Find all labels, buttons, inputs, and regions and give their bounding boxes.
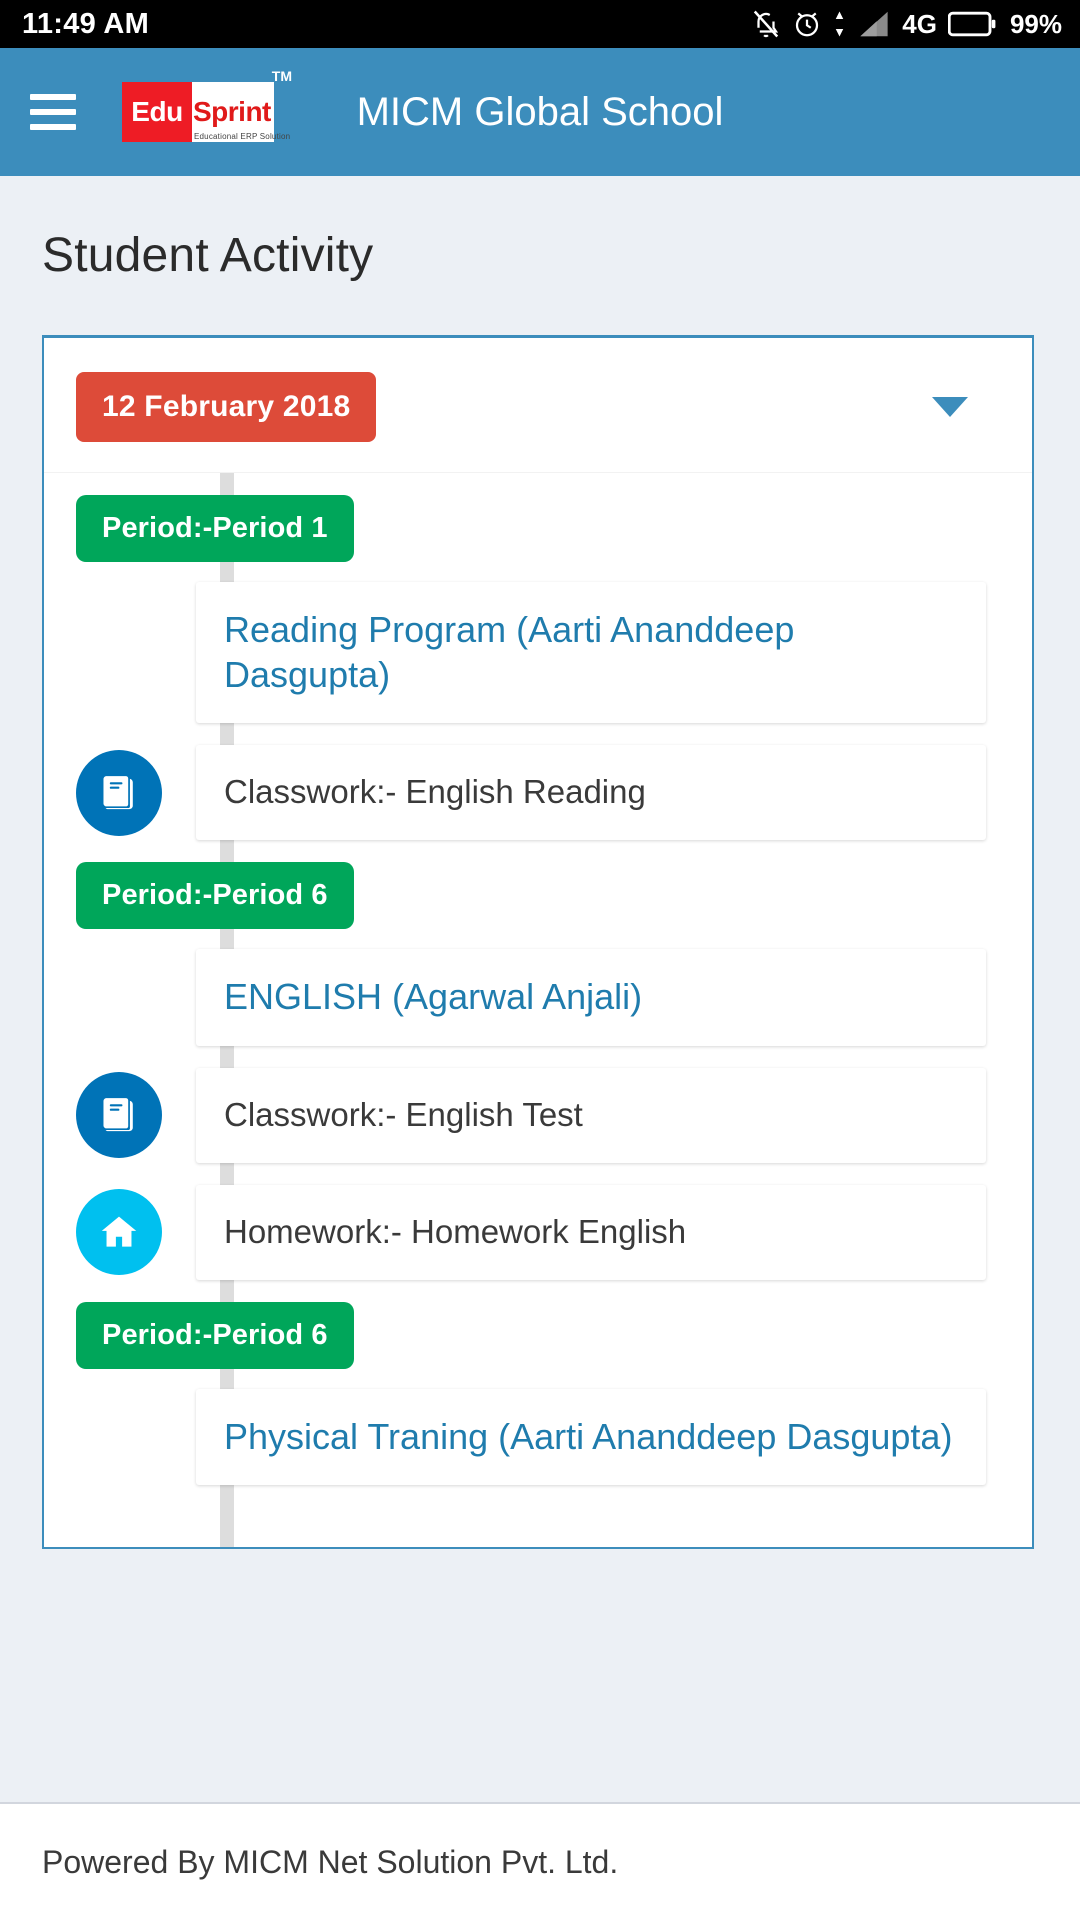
app-bar: Edu Sprint TM Educational ERP Solution M…: [0, 48, 1080, 176]
timeline-item-body: Classwork:- English Test: [196, 1067, 986, 1163]
activity-description: Homework:- Homework English: [224, 1212, 687, 1250]
timeline-item: Classwork:- English Reading: [44, 745, 986, 841]
activity-title-link[interactable]: Physical Traning (Aarti Ananddeep Dasgup…: [224, 1415, 952, 1460]
logo-edu-text: Edu: [131, 96, 183, 127]
status-bar: 11:49 AM 4G 99%: [0, 0, 1080, 48]
logo-edu-block: Edu: [122, 82, 192, 142]
battery-percent-label: 99%: [1009, 8, 1062, 39]
network-type-label: 4G: [902, 8, 937, 39]
page-title: Student Activity: [42, 229, 374, 282]
bell-muted-icon: [751, 8, 781, 40]
activity-card-header: 12 February 2018: [44, 338, 1032, 473]
timeline-item-body: Reading Program (Aarti Ananddeep Dasgupt…: [196, 582, 986, 724]
timeline-group: Period:-Period 6 Physical Traning (Aarti…: [44, 1301, 1032, 1486]
date-badge[interactable]: 12 February 2018: [76, 372, 377, 442]
timeline-item: Homework:- Homework English: [44, 1184, 986, 1280]
status-bar-time: 11:49 AM: [22, 7, 150, 40]
timeline-item: ENGLISH (Agarwal Anjali): [44, 949, 986, 1046]
activity-title-link[interactable]: Reading Program (Aarti Ananddeep Dasgupt…: [224, 608, 958, 697]
edusprint-logo[interactable]: Edu Sprint TM Educational ERP Solution: [122, 68, 292, 142]
period-badge: Period:-Period 6: [76, 1301, 354, 1369]
timeline-group: Period:-Period 6 ENGLISH (Agarwal Anjali…: [44, 862, 1032, 1280]
home-icon: [76, 1189, 162, 1276]
page-footer: Powered By MICM Net Solution Pvt. Ltd.: [0, 1802, 1080, 1920]
timeline-item-body: Homework:- Homework English: [196, 1184, 986, 1280]
activity-timeline: Period:-Period 1 Reading Program (Aarti …: [44, 473, 1032, 1548]
timeline-item: Classwork:- English Test: [44, 1067, 986, 1163]
timeline-item-body: Classwork:- English Reading: [196, 745, 986, 841]
page-content: Student Activity 12 February 2018 Period…: [0, 176, 1080, 1920]
logo-tagline: Educational ERP Solution: [194, 132, 291, 141]
status-bar-icons: 4G 99%: [751, 8, 1062, 40]
timeline-group: Period:-Period 1 Reading Program (Aarti …: [44, 495, 1032, 841]
footer-text: Powered By MICM Net Solution Pvt. Ltd.: [42, 1843, 619, 1880]
activity-description: Classwork:- English Reading: [224, 773, 646, 811]
activity-title-link[interactable]: ENGLISH (Agarwal Anjali): [224, 975, 642, 1020]
timeline-icon-placeholder: [76, 610, 162, 696]
battery-icon: [947, 10, 996, 38]
hamburger-menu-icon[interactable]: [30, 94, 76, 130]
timeline-item-body: Physical Traning (Aarti Ananddeep Dasgup…: [196, 1388, 986, 1486]
trademark-icon: TM: [271, 68, 292, 84]
book-icon: [76, 749, 162, 836]
logo-sprint-text: Sprint: [193, 96, 271, 127]
timeline-item: Physical Traning (Aarti Ananddeep Dasgup…: [44, 1388, 986, 1486]
data-transfer-icon: [833, 9, 846, 39]
timeline-item: Reading Program (Aarti Ananddeep Dasgupt…: [44, 582, 986, 724]
activity-description: Classwork:- English Test: [224, 1095, 583, 1133]
period-badge: Period:-Period 6: [76, 862, 354, 930]
signal-icon: [857, 9, 891, 39]
timeline-item-body: ENGLISH (Agarwal Anjali): [196, 949, 986, 1046]
activity-card: 12 February 2018 Period:-Period 1 Readin…: [42, 335, 1034, 1550]
chevron-down-icon[interactable]: [932, 397, 968, 417]
alarm-clock-icon: [792, 8, 822, 40]
book-icon: [76, 1072, 162, 1159]
timeline-icon-placeholder: [76, 954, 162, 1040]
timeline-icon-placeholder: [76, 1394, 162, 1480]
period-badge: Period:-Period 1: [76, 495, 354, 562]
